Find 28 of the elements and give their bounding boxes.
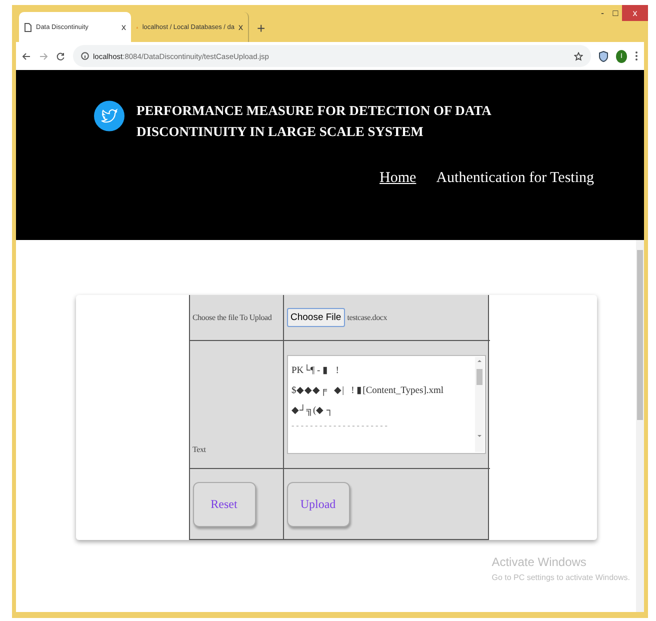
page-icon: [24, 22, 32, 32]
activation-title: Activate Windows: [492, 555, 588, 569]
new-tab-button[interactable]: +: [257, 20, 266, 36]
upload-button[interactable]: Upload: [286, 482, 350, 527]
scrollbar-icon[interactable]: [474, 357, 484, 452]
maximize-button[interactable]: □: [609, 5, 622, 21]
star-icon[interactable]: [574, 52, 583, 60]
page-scrollbar[interactable]: [636, 240, 644, 612]
shield-icon[interactable]: [599, 50, 608, 62]
close-tab-button[interactable]: x: [122, 22, 126, 32]
reload-icon[interactable]: [56, 52, 65, 60]
file-label: Choose the file To Upload: [192, 313, 272, 322]
reset-button[interactable]: Reset: [192, 482, 256, 527]
choose-file-button[interactable]: Choose File: [286, 308, 346, 327]
text-label: Text: [192, 445, 206, 454]
nav-link[interactable]: Authentication for Testing: [436, 170, 594, 187]
info-icon: [81, 52, 89, 60]
close-button[interactable]: x: [622, 5, 648, 21]
activation-hint: Go to PC settings to activate Windows.: [492, 573, 630, 582]
minimize-button[interactable]: -: [596, 5, 609, 21]
back-icon[interactable]: [22, 52, 31, 60]
close-tab-button[interactable]: x: [238, 22, 243, 32]
bird-logo-icon: [94, 100, 124, 132]
menu-icon[interactable]: [635, 51, 638, 61]
text-area[interactable]: PK└¶ - ▮ ! $◆◆◆╒ ◆| ! ▮[Content_Types].xml ◆┘╗(◆ ┐ - - - - - - - - - - - - - - - - - - - - -: [286, 355, 486, 454]
site-title: PERFORMANCE MEASURE FOR DETECTION OF DATA DISCONTINUITY IN LARGE SCALE SYSTEM: [136, 102, 492, 141]
nav-link[interactable]: Home: [380, 170, 416, 187]
file-name: testcase.docx: [347, 313, 388, 322]
